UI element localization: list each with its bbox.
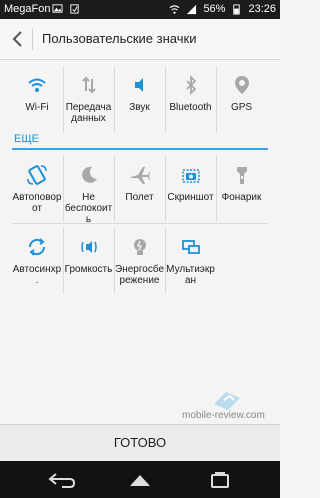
tile-wifi[interactable]: Wi-Fi	[12, 66, 62, 132]
tile-label: Фонарик	[221, 192, 262, 203]
done-button[interactable]: ГОТОВО	[0, 424, 280, 461]
watermark-text: mobile-review.com	[182, 410, 265, 421]
row-separator	[12, 223, 268, 224]
tile-autorotate[interactable]: Автоповорот	[12, 156, 62, 222]
tile-label: Автосинхр.	[12, 264, 62, 286]
tile-bluetooth[interactable]: Bluetooth	[165, 66, 215, 132]
header-bar: Пользовательские значки	[0, 19, 280, 60]
tile-flashlight[interactable]: Фонарик	[216, 156, 266, 222]
bluetooth-icon	[185, 74, 196, 96]
tile-screenshot[interactable]: Скриншот	[165, 156, 215, 222]
page-title: Пользовательские значки	[42, 31, 197, 46]
active-icons-row: Wi-Fi Передача данных Звук Bluetooth GPS	[12, 66, 268, 132]
screenshot-icon	[181, 169, 200, 183]
battery-percent: 56%	[203, 3, 226, 15]
rotate-icon	[27, 165, 47, 185]
back-nav-icon[interactable]	[44, 470, 78, 490]
sound-icon	[134, 78, 143, 92]
tile-label: GPS	[230, 102, 253, 113]
wifi-icon	[28, 78, 46, 92]
wifi-status-icon	[169, 4, 180, 14]
tile-label: Скриншот	[167, 192, 214, 203]
airplane-icon	[130, 167, 150, 184]
image-notification-icon	[52, 4, 63, 13]
multiscreen-icon	[181, 240, 200, 254]
section-more-label: ЕЩЕ	[14, 133, 39, 145]
tile-label: Передача данных	[65, 102, 112, 124]
tile-label: Громкость	[64, 264, 113, 275]
data-transfer-icon	[81, 76, 96, 94]
tile-sound[interactable]: Звук	[114, 66, 164, 132]
tile-volume[interactable]: Громкость	[63, 228, 113, 294]
moon-icon	[81, 166, 97, 183]
navigation-bar	[0, 461, 280, 498]
power-saving-icon	[133, 239, 146, 255]
tile-multiscreen[interactable]: Мультиэкран	[165, 228, 215, 294]
back-arrow-icon[interactable]	[10, 29, 26, 49]
section-divider	[12, 148, 268, 150]
tile-label: Звук	[129, 102, 150, 113]
status-bar: MegaFon 56% 23:26	[0, 0, 280, 19]
clipboard-notification-icon	[70, 4, 79, 14]
tile-label: Автоповорот	[12, 192, 62, 214]
flashlight-icon	[236, 167, 247, 184]
header-divider	[32, 28, 33, 50]
home-nav-icon[interactable]	[123, 470, 157, 490]
location-icon	[234, 76, 249, 94]
tile-label: Wi-Fi	[25, 102, 49, 113]
clock: 23:26	[248, 3, 276, 15]
sync-icon	[28, 238, 46, 256]
recent-apps-nav-icon[interactable]	[203, 470, 237, 490]
status-right: 56% 23:26	[169, 3, 276, 15]
tile-airplane[interactable]: Полет	[114, 156, 164, 222]
tile-label: Мультиэкран	[166, 264, 215, 286]
notification-icons	[52, 3, 80, 14]
more-icons-row-2: Автосинхр. Громкость Энергосбережение Му…	[12, 228, 268, 294]
tile-label: Bluetooth	[169, 102, 212, 113]
tile-label: Полет	[125, 192, 154, 203]
tile-gps[interactable]: GPS	[216, 66, 266, 132]
carrier-name: MegaFon	[4, 3, 51, 15]
signal-icon	[187, 4, 197, 14]
volume-icon	[80, 241, 97, 253]
battery-icon	[233, 3, 241, 15]
tile-label: Энергосбережение	[115, 264, 164, 286]
more-icons-row-1: Автоповорот Не беспокоить Полет Скриншот…	[12, 156, 268, 225]
tile-do-not-disturb[interactable]: Не беспокоить	[63, 156, 113, 225]
tile-label: Не беспокоить	[64, 192, 113, 225]
tile-autosync[interactable]: Автосинхр.	[12, 228, 62, 294]
tile-power-saving[interactable]: Энергосбережение	[114, 228, 164, 294]
tile-data-transfer[interactable]: Передача данных	[63, 66, 113, 132]
